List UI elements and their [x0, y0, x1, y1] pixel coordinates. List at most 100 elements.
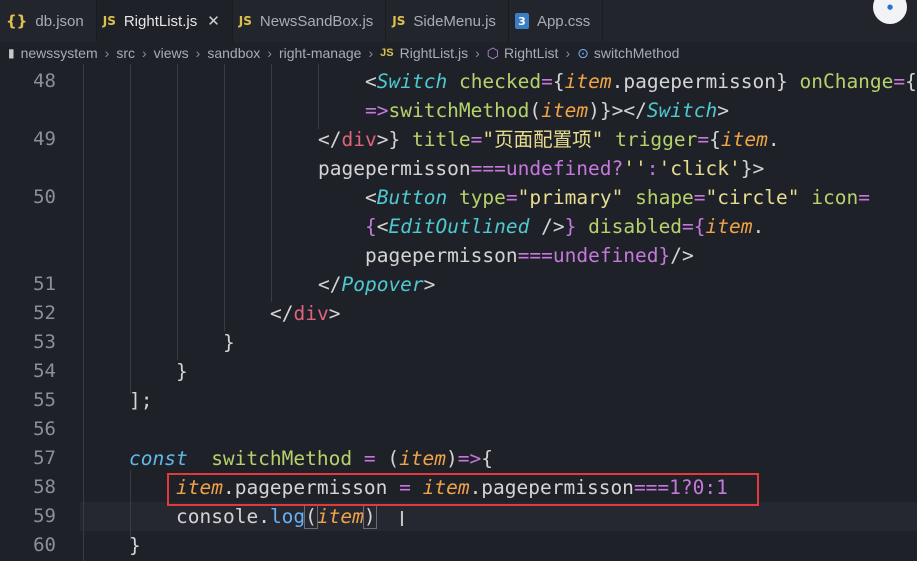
code-token: Switch	[646, 99, 718, 122]
json-icon: {}	[6, 12, 28, 30]
code-text: console.log(item)	[176, 502, 377, 531]
indent-guide	[83, 64, 84, 561]
code-line[interactable]: 52 </div>	[0, 299, 917, 328]
code-token: }	[223, 331, 235, 354]
breadcrumb-item[interactable]: views	[154, 45, 189, 61]
close-icon[interactable]: ✕	[207, 12, 220, 30]
code-token: .	[767, 128, 780, 151]
code-line[interactable]: 54}	[0, 357, 917, 386]
code-token: div	[341, 128, 377, 151]
code-text: ];	[129, 386, 152, 415]
code-token: EditOutlined	[388, 215, 530, 238]
code-token: "页面配置项"	[482, 128, 604, 151]
code-token: )	[362, 504, 377, 529]
code-line[interactable]: 59 console.log(item)	[0, 502, 917, 531]
breadcrumb-item[interactable]: RightList.js	[400, 45, 468, 61]
code-token: ></	[611, 99, 647, 122]
code-line[interactable]: 55];	[0, 386, 917, 415]
code-token: {	[905, 70, 917, 93]
indent-guide	[224, 64, 225, 331]
code-line[interactable]: 56	[0, 415, 917, 444]
code-token: =>	[365, 99, 389, 122]
code-token: >	[423, 273, 436, 296]
tab-app-css[interactable]: 3 App.css	[509, 0, 604, 42]
component-symbol-icon: ⬡	[486, 44, 499, 61]
code-line[interactable]: 60}	[0, 531, 917, 560]
breadcrumb-item[interactable]: RightList	[504, 45, 558, 61]
tab-db-json[interactable]: {} db.json	[0, 0, 97, 42]
code-token: )	[446, 447, 458, 470]
line-number: 51	[33, 273, 56, 295]
code-token: </	[318, 273, 342, 296]
code-token: item	[316, 505, 364, 528]
line-number: 56	[33, 418, 56, 440]
line-number: 49	[33, 128, 56, 150]
code-line[interactable]: 51 </Popover>	[0, 270, 917, 299]
code-token: =	[505, 186, 518, 209]
code-token: =	[693, 186, 706, 209]
code-token: />	[670, 244, 694, 267]
code-token: 'click'	[658, 157, 741, 180]
tab-sidemenu-js[interactable]: JS SideMenu.js	[386, 0, 509, 42]
js-file-icon: JS	[238, 14, 252, 28]
code-line[interactable]: =>switchMethod(item)}></Switch>	[0, 96, 917, 125]
code-line[interactable]: 53}	[0, 328, 917, 357]
code-line[interactable]: 48 <Switch checked={item.pagepermisson} o…	[0, 67, 917, 96]
code-token: />	[529, 215, 565, 238]
tab-newssandbox-js[interactable]: JS NewsSandBox.js	[233, 0, 387, 42]
code-token: }	[599, 99, 612, 122]
code-line[interactable]: pagepermisson===undefined}/>	[0, 241, 917, 270]
breadcrumb-item[interactable]: right-manage	[279, 45, 362, 61]
code-token: ?	[611, 157, 624, 180]
code-token: >	[717, 99, 730, 122]
code-token: </	[270, 302, 294, 325]
code-token: item	[705, 215, 753, 238]
code-token: }	[658, 244, 671, 267]
code-token: "primary"	[517, 186, 624, 209]
breadcrumb-item[interactable]: switchMethod	[594, 45, 680, 61]
breadcrumb-item[interactable]: src	[116, 45, 135, 61]
code-token: (	[529, 99, 542, 122]
js-file-icon: JS	[102, 14, 116, 28]
code-token: {	[365, 215, 377, 238]
code-token: >	[328, 302, 341, 325]
code-token: pagepermisson	[365, 244, 518, 267]
breadcrumb: ▮ newssystem › src › views › sandbox › right-mana…	[0, 42, 917, 64]
code-token: ];	[129, 389, 153, 412]
breadcrumb-item[interactable]: newssystem	[21, 45, 98, 61]
code-token: .	[258, 505, 270, 528]
tab-rightlist-js[interactable]: JS RightList.js ✕	[96, 0, 233, 42]
code-line[interactable]: 57 const switchMethod = (item)=>{	[0, 444, 917, 473]
code-text: }	[223, 328, 235, 357]
code-line[interactable]: 50 <Button type="primary" shape="circle" …	[0, 183, 917, 212]
line-number: 48	[33, 70, 56, 92]
variable-symbol-icon: ⊙	[577, 44, 589, 61]
code-token: </	[318, 128, 342, 151]
code-token: ''	[623, 157, 647, 180]
code-token: {	[552, 70, 565, 93]
code-token: .	[752, 215, 765, 238]
chevron-right-icon: ›	[104, 45, 110, 61]
code-text: pagepermisson===undefined?'':'click'}>	[318, 154, 764, 183]
tab-label: App.css	[536, 12, 591, 30]
indent-guide	[318, 64, 319, 129]
css-file-icon: 3	[514, 13, 529, 29]
code-text: <Switch checked={item.pagepermisson} onC…	[365, 67, 917, 96]
chevron-right-icon: ›	[267, 45, 272, 61]
code-token: checked	[458, 70, 542, 93]
code-token: disabled	[588, 215, 683, 238]
folder-icon: ▮	[8, 46, 15, 60]
breadcrumb-item[interactable]: sandbox	[207, 45, 260, 61]
code-line[interactable]: 49 </div>} title="页面配置项" trigger={item.	[0, 125, 917, 154]
code-token: undefined	[505, 157, 612, 180]
code-token: ===	[470, 157, 506, 180]
code-line[interactable]: pagepermisson===undefined?'':'click'}>	[0, 154, 917, 183]
code-line[interactable]: {<EditOutlined />} disabled={item.	[0, 212, 917, 241]
code-token: item	[720, 128, 768, 151]
